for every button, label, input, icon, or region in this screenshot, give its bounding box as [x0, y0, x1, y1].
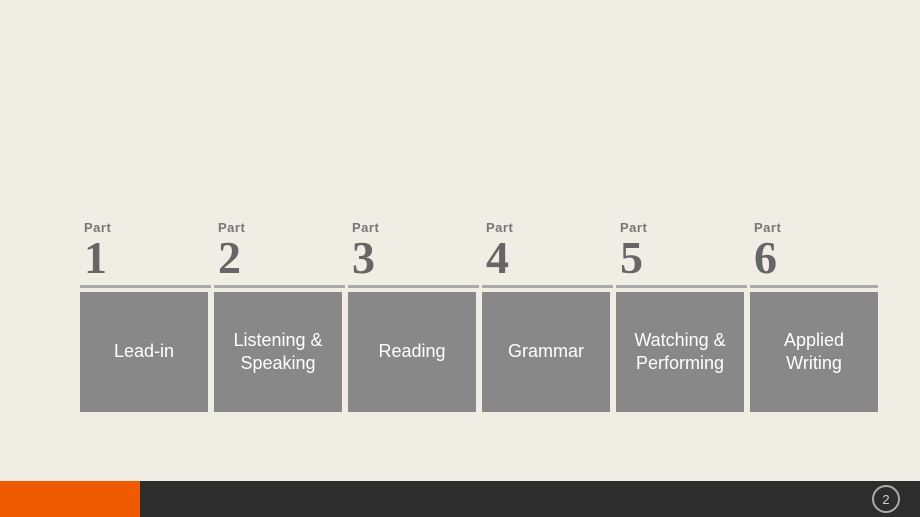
part-header-3: Part 3 — [348, 220, 379, 281]
part-column-2: Part 2 Listening & Speaking — [214, 220, 345, 412]
part-number-4: 4 — [486, 235, 509, 281]
part-header-1: Part 1 — [80, 220, 111, 281]
part-header-4: Part 4 — [482, 220, 513, 281]
part-number-5: 5 — [620, 235, 643, 281]
part-box-text-2: Listening & Speaking — [224, 329, 332, 376]
part-box-5: Watching & Performing — [616, 292, 744, 412]
part-divider-5 — [616, 285, 747, 288]
part-box-1: Lead-in — [80, 292, 208, 412]
part-number-1: 1 — [84, 235, 107, 281]
part-divider-3 — [348, 285, 479, 288]
part-column-4: Part 4 Grammar — [482, 220, 613, 412]
part-column-6: Part 6 Applied Writing — [750, 220, 878, 412]
part-divider-1 — [80, 285, 211, 288]
part-column-3: Part 3 Reading — [348, 220, 479, 412]
part-box-2: Listening & Speaking — [214, 292, 342, 412]
parts-wrapper: Part 1 Lead-in Part 2 Listening & Speaki… — [80, 220, 878, 412]
part-number-6: 6 — [754, 235, 777, 281]
part-header-2: Part 2 — [214, 220, 245, 281]
part-divider-4 — [482, 285, 613, 288]
part-box-text-4: Grammar — [508, 340, 584, 363]
part-number-2: 2 — [218, 235, 241, 281]
part-header-5: Part 5 — [616, 220, 647, 281]
part-column-5: Part 5 Watching & Performing — [616, 220, 747, 412]
page-number: 2 — [872, 485, 900, 513]
part-number-3: 3 — [352, 235, 375, 281]
footer-orange-bar — [0, 481, 140, 517]
main-content: Part 1 Lead-in Part 2 Listening & Speaki… — [0, 0, 920, 412]
part-divider-6 — [750, 285, 878, 288]
part-box-text-5: Watching & Performing — [626, 329, 734, 376]
part-divider-2 — [214, 285, 345, 288]
part-header-6: Part 6 — [750, 220, 781, 281]
footer-dark-bar: 2 — [140, 481, 920, 517]
part-box-3: Reading — [348, 292, 476, 412]
part-box-text-3: Reading — [378, 340, 445, 363]
part-box-text-1: Lead-in — [114, 340, 174, 363]
part-box-text-6: Applied Writing — [760, 329, 868, 376]
part-box-6: Applied Writing — [750, 292, 878, 412]
part-box-4: Grammar — [482, 292, 610, 412]
footer: 2 — [0, 481, 920, 517]
part-column-1: Part 1 Lead-in — [80, 220, 211, 412]
